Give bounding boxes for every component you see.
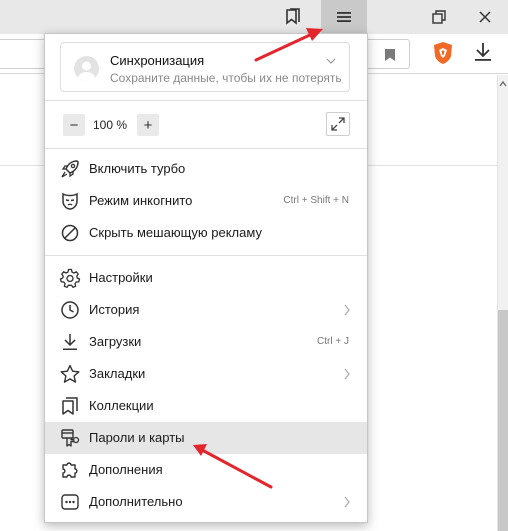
chevron-right-icon bbox=[344, 496, 350, 508]
menu-divider bbox=[45, 100, 367, 101]
scroll-up-arrow-icon[interactable] bbox=[498, 78, 508, 90]
restore-icon bbox=[432, 10, 446, 24]
scrollbar-thumb[interactable] bbox=[498, 310, 508, 531]
gear-icon bbox=[59, 267, 81, 289]
menu-item-passwords-cards[interactable]: Пароли и карты bbox=[45, 422, 367, 454]
zoom-level: 100 % bbox=[93, 118, 128, 132]
menu-item-label: Включить турбо bbox=[89, 161, 186, 176]
menu-item-incognito[interactable]: Режим инкогнито Ctrl + Shift + N bbox=[45, 185, 367, 217]
protect-shield-icon[interactable] bbox=[432, 41, 454, 65]
restore-button[interactable] bbox=[416, 0, 462, 34]
clock-icon bbox=[59, 299, 81, 321]
bookmark-icon[interactable] bbox=[383, 48, 397, 62]
fullscreen-icon bbox=[331, 117, 345, 131]
zoom-out-button[interactable]: − bbox=[63, 114, 85, 136]
menu-item-label: Дополнения bbox=[89, 462, 163, 477]
fullscreen-button[interactable] bbox=[326, 112, 350, 136]
menu-item-more[interactable]: Дополнительно bbox=[45, 486, 367, 518]
menu-item-history[interactable]: История bbox=[45, 294, 367, 326]
menu-item-label: Закладки bbox=[89, 366, 146, 381]
key-card-icon bbox=[59, 427, 81, 449]
menu-item-label: Дополнительно bbox=[89, 494, 183, 509]
star-icon bbox=[59, 363, 81, 385]
main-menu-button[interactable] bbox=[321, 0, 367, 34]
zoom-in-button[interactable]: + bbox=[137, 114, 159, 136]
menu-divider bbox=[45, 255, 367, 256]
menu-item-settings[interactable]: Настройки bbox=[45, 262, 367, 294]
hamburger-icon bbox=[337, 12, 351, 22]
collections-icon bbox=[59, 395, 81, 417]
chevron-down-icon[interactable] bbox=[326, 57, 336, 65]
chevron-right-icon bbox=[344, 368, 350, 380]
chevron-right-icon bbox=[344, 304, 350, 316]
sync-subtitle: Сохраните данные, чтобы их не потерять bbox=[110, 71, 342, 85]
menu-item-label: Скрыть мешающую рекламу bbox=[89, 225, 262, 240]
menu-item-label: Коллекции bbox=[89, 398, 154, 413]
shortcut-label: Ctrl + J bbox=[317, 336, 349, 347]
bookmarks-icon bbox=[286, 8, 300, 25]
bookmarks-panel-button[interactable] bbox=[270, 0, 316, 34]
menu-item-downloads[interactable]: Загрузки Ctrl + J bbox=[45, 326, 367, 358]
menu-item-label: Загрузки bbox=[89, 334, 142, 349]
menu-item-label: Режим инкогнито bbox=[89, 193, 193, 208]
menu-item-label: История bbox=[89, 302, 140, 317]
menu-divider bbox=[45, 148, 367, 149]
block-icon bbox=[59, 222, 81, 244]
mask-icon bbox=[59, 190, 81, 212]
rocket-icon bbox=[59, 158, 81, 180]
menu-item-label: Настройки bbox=[89, 270, 153, 285]
sync-title: Синхронизация bbox=[110, 53, 205, 68]
close-icon bbox=[479, 11, 491, 23]
title-bar bbox=[0, 0, 508, 34]
menu-item-bookmarks[interactable]: Закладки bbox=[45, 358, 367, 390]
shortcut-label: Ctrl + Shift + N bbox=[283, 195, 349, 206]
downloads-icon[interactable] bbox=[472, 40, 494, 64]
close-button[interactable] bbox=[462, 0, 508, 34]
menu-item-extensions[interactable]: Дополнения bbox=[45, 454, 367, 486]
avatar bbox=[74, 56, 99, 81]
menu-item-block-ads[interactable]: Скрыть мешающую рекламу bbox=[45, 217, 367, 249]
user-icon bbox=[77, 61, 96, 81]
browser-main-menu: Синхронизация Сохраните данные, чтобы их… bbox=[44, 33, 368, 523]
more-icon bbox=[59, 491, 81, 513]
sync-card[interactable]: Синхронизация Сохраните данные, чтобы их… bbox=[60, 42, 350, 92]
menu-item-label: Пароли и карты bbox=[89, 430, 185, 445]
menu-item-turbo[interactable]: Включить турбо bbox=[45, 153, 367, 185]
menu-item-collections[interactable]: Коллекции bbox=[45, 390, 367, 422]
download-icon bbox=[59, 331, 81, 353]
puzzle-icon bbox=[59, 459, 81, 481]
